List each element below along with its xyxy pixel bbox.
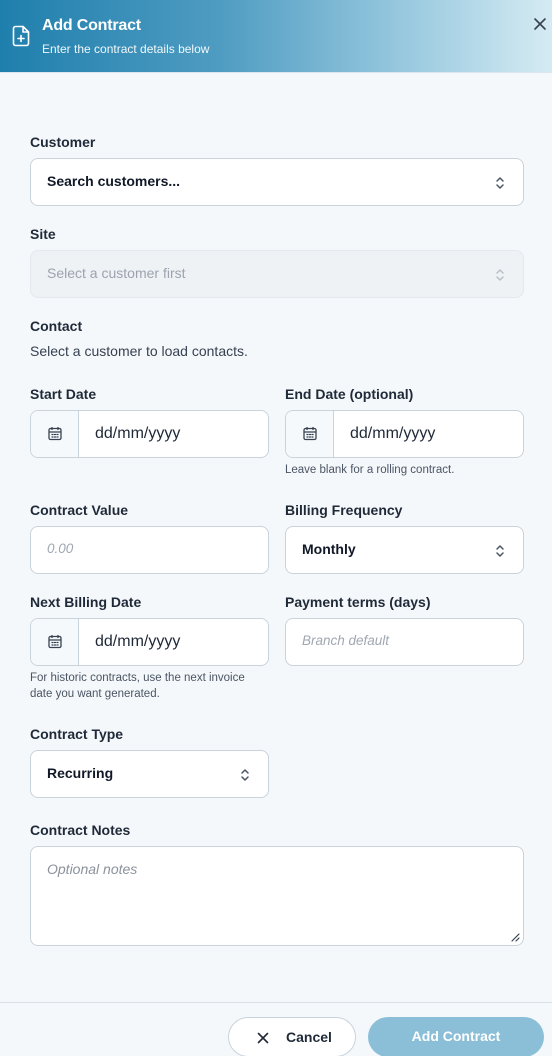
contract-notes-placeholder: Optional notes bbox=[47, 861, 138, 877]
customer-label: Customer bbox=[30, 134, 96, 150]
select-chevron-icon bbox=[241, 769, 249, 781]
contract-notes-label: Contract Notes bbox=[30, 822, 131, 838]
billing-frequency-value: Monthly bbox=[302, 541, 356, 557]
payment-terms-label: Payment terms (days) bbox=[285, 594, 431, 610]
customer-select-value: Search customers... bbox=[47, 173, 181, 189]
site-label: Site bbox=[30, 226, 56, 242]
end-date-value: dd/mm/yyyy bbox=[350, 425, 436, 442]
start-date-value: dd/mm/yyyy bbox=[95, 425, 181, 442]
file-plus-icon bbox=[12, 25, 30, 47]
contact-help-text: Select a customer to load contacts. bbox=[30, 343, 248, 359]
add-contract-button[interactable]: Add Contract bbox=[368, 1017, 544, 1056]
calendar-icon bbox=[48, 635, 62, 649]
site-select-value: Select a customer first bbox=[47, 265, 186, 281]
contract-type-select[interactable]: Recurring bbox=[30, 750, 269, 798]
close-icon[interactable] bbox=[531, 15, 549, 33]
end-date-input[interactable]: dd/mm/yyyy bbox=[285, 410, 524, 458]
payment-terms-placeholder: Branch default bbox=[302, 633, 390, 648]
start-date-icon-cell bbox=[31, 411, 79, 457]
billing-frequency-select[interactable]: Monthly bbox=[285, 526, 524, 574]
contract-value-placeholder: 0.00 bbox=[47, 541, 74, 556]
dialog-footer: Cancel Add Contract bbox=[0, 1002, 552, 1056]
dialog-subtitle: Enter the contract details below bbox=[42, 42, 210, 56]
calendar-icon bbox=[303, 427, 317, 441]
start-date-input[interactable]: dd/mm/yyyy bbox=[30, 410, 269, 458]
contract-type-label: Contract Type bbox=[30, 726, 124, 742]
payment-terms-input[interactable]: Branch default bbox=[285, 618, 524, 666]
next-billing-date-label: Next Billing Date bbox=[30, 594, 142, 610]
select-chevron-icon bbox=[496, 177, 504, 189]
select-chevron-icon bbox=[496, 269, 504, 281]
next-billing-date-help-line2: date you want generated. bbox=[30, 688, 160, 700]
dialog-header: Add Contract Enter the contract details … bbox=[0, 0, 552, 73]
select-chevron-icon bbox=[496, 545, 504, 557]
resize-grip-icon[interactable] bbox=[510, 932, 520, 942]
end-date-help-text: Leave blank for a rolling contract. bbox=[285, 464, 455, 476]
contract-value-input[interactable]: 0.00 bbox=[30, 526, 269, 574]
billing-frequency-label: Billing Frequency bbox=[285, 502, 403, 518]
end-date-icon-cell bbox=[286, 411, 334, 457]
next-billing-date-value: dd/mm/yyyy bbox=[95, 633, 181, 650]
contract-type-value: Recurring bbox=[47, 765, 114, 781]
add-contract-button-label: Add Contract bbox=[411, 1028, 501, 1044]
site-select: Select a customer first bbox=[30, 250, 524, 298]
dialog-title: Add Contract bbox=[42, 17, 141, 34]
next-billing-date-help-line1: For historic contracts, use the next inv… bbox=[30, 672, 245, 684]
start-date-label: Start Date bbox=[30, 386, 97, 402]
close-icon bbox=[257, 1032, 269, 1044]
next-billing-date-icon-cell bbox=[31, 619, 79, 665]
customer-select[interactable]: Search customers... bbox=[30, 158, 524, 206]
next-billing-date-input[interactable]: dd/mm/yyyy bbox=[30, 618, 269, 666]
contract-value-label: Contract Value bbox=[30, 502, 129, 518]
cancel-button-label: Cancel bbox=[286, 1029, 332, 1045]
contact-label: Contact bbox=[30, 318, 83, 334]
contract-notes-textarea[interactable]: Optional notes bbox=[30, 846, 524, 946]
end-date-label: End Date (optional) bbox=[285, 386, 414, 402]
calendar-icon bbox=[48, 427, 62, 441]
cancel-button[interactable]: Cancel bbox=[228, 1017, 356, 1056]
